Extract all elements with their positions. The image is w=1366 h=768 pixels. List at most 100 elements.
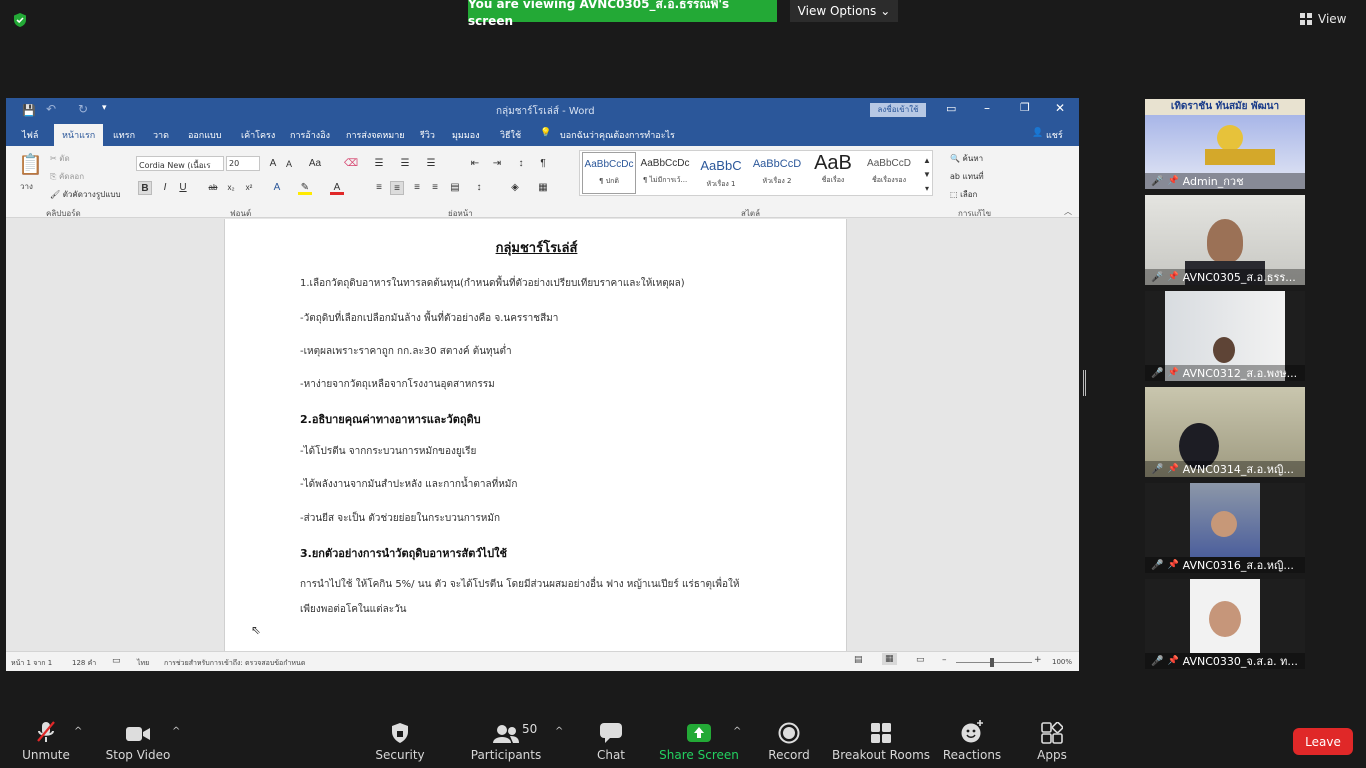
participants-options-caret-icon[interactable]: ^ [555, 726, 563, 737]
tab-design[interactable]: ออกแบบ [188, 128, 222, 142]
minimize-icon[interactable]: – [984, 101, 990, 115]
share-screen-button[interactable]: Share Screen [659, 710, 739, 768]
record-button[interactable]: Record [768, 710, 810, 768]
page-count[interactable]: หน้า 1 จาก 1 [11, 658, 52, 669]
ribbon-display-icon[interactable]: ▭ [946, 102, 956, 115]
multilevel-list-icon[interactable]: ☰ [424, 157, 438, 171]
cut-button[interactable]: ✂ ตัด [50, 152, 70, 165]
accessibility-status[interactable]: การช่วยสำหรับการเข้าถึง: ตรวจสอบข้อกำหนด [164, 658, 305, 669]
borders-icon[interactable]: ▦ [536, 181, 550, 195]
font-color-icon[interactable]: A [330, 181, 344, 195]
tab-home[interactable]: หน้าแรก [54, 124, 104, 146]
tab-layout[interactable]: เค้าโครง [241, 128, 275, 142]
shrink-font-icon[interactable]: A [282, 157, 296, 171]
breakout-rooms-button[interactable]: Breakout Rooms [832, 710, 930, 768]
view-button[interactable]: View [1300, 8, 1360, 30]
redo-icon[interactable]: ↻ [78, 102, 88, 116]
format-painter-button[interactable]: 🖌 ตัวคัดวางรูปแบบ [50, 188, 121, 201]
zoom-percent[interactable]: 100% [1052, 658, 1072, 666]
tab-mailings[interactable]: การส่งจดหมาย [346, 128, 405, 142]
find-button[interactable]: 🔍 ค้นหา [950, 152, 983, 165]
font-name-select[interactable]: Cordia New (เนื้อเร [136, 156, 224, 171]
style-normal[interactable]: AaBbCcDc ¶ ปกติ [582, 152, 636, 194]
italic-icon[interactable]: I [158, 181, 172, 195]
replace-button[interactable]: ab แทนที่ [950, 170, 984, 183]
align-center-icon[interactable]: ≡ [390, 181, 404, 195]
audio-options-caret-icon[interactable]: ^ [74, 726, 82, 737]
zoom-slider[interactable] [956, 662, 1032, 663]
styles-scroll-up-icon[interactable]: ▲ [920, 154, 934, 168]
close-icon[interactable]: ✕ [1055, 101, 1065, 115]
tab-file[interactable]: ไฟล์ [22, 128, 38, 142]
word-count[interactable]: 128 คำ [72, 658, 96, 669]
tab-insert[interactable]: แทรก [113, 128, 135, 142]
strikethrough-icon[interactable]: ab [206, 181, 220, 195]
align-left-icon[interactable]: ≡ [372, 181, 386, 195]
proofing-icon[interactable]: ▭ [112, 656, 121, 666]
change-case-icon[interactable]: Aa [308, 157, 322, 171]
style-heading-1[interactable]: AaBbC หัวเรื่อง 1 [694, 152, 748, 194]
participant-tile[interactable]: 🎤 📌 AVNC0305_ส.อ.ธรร... [1145, 195, 1305, 285]
styles-scroll-down-icon[interactable]: ▼ [920, 168, 934, 182]
web-layout-icon[interactable]: ▭ [916, 655, 925, 665]
language[interactable]: ไทย [137, 658, 149, 669]
style-heading-2[interactable]: AaBbCcD หัวเรื่อง 2 [750, 152, 804, 194]
undo-icon[interactable]: ↶ [46, 102, 56, 116]
read-mode-icon[interactable]: ▤ [854, 655, 863, 665]
pilcrow-icon[interactable]: ¶ [536, 157, 550, 171]
sort-icon[interactable]: ↕ [514, 157, 528, 171]
zoom-in-icon[interactable]: + [1034, 655, 1042, 665]
paste-icon[interactable]: 📋 [18, 152, 43, 176]
tab-review[interactable]: รีวิว [420, 128, 435, 142]
bullets-icon[interactable]: ☰ [372, 157, 386, 171]
apps-button[interactable]: Apps [1034, 710, 1070, 768]
customize-toolbar-icon[interactable]: ▾ [102, 103, 107, 113]
decrease-indent-icon[interactable]: ⇤ [468, 157, 482, 171]
align-right-icon[interactable]: ≡ [410, 181, 424, 195]
participants-button[interactable]: Participants [471, 710, 541, 768]
distributed-icon[interactable]: ▤ [448, 181, 462, 195]
bold-icon[interactable]: B [138, 181, 152, 195]
numbering-icon[interactable]: ☰ [398, 157, 412, 171]
tab-view[interactable]: มุมมอง [452, 128, 480, 142]
copy-button[interactable]: ⎘ คัดลอก [50, 170, 84, 183]
justify-icon[interactable]: ≡ [428, 181, 442, 195]
print-layout-icon[interactable]: ▦ [882, 653, 897, 665]
styles-more-icon[interactable]: ▾ [920, 182, 934, 196]
participant-tile[interactable]: 🎤 📌 AVNC0314_ส.อ.หญิ... [1145, 387, 1305, 477]
security-button[interactable]: Security [375, 710, 425, 768]
line-spacing-icon[interactable]: ↕ [472, 181, 486, 195]
shading-icon[interactable]: ◈ [508, 181, 522, 195]
style-no-spacing[interactable]: AaBbCcDc ¶ ไม่มีการเว้... [638, 152, 692, 194]
subscript-icon[interactable]: x₂ [224, 181, 238, 195]
maximize-icon[interactable]: ❐ [1020, 101, 1030, 114]
tell-me-search[interactable]: บอกฉันว่าคุณต้องการทำอะไร [560, 128, 675, 142]
security-shield-icon[interactable] [12, 12, 28, 28]
video-options-caret-icon[interactable]: ^ [172, 726, 180, 737]
increase-indent-icon[interactable]: ⇥ [490, 157, 504, 171]
grow-font-icon[interactable]: A [266, 157, 280, 171]
share-options-caret-icon[interactable]: ^ [733, 726, 741, 737]
participant-tile[interactable]: 🎤 📌 AVNC0312_ส.อ.พงษ... [1145, 291, 1305, 381]
collapse-ribbon-icon[interactable]: ︿ [1064, 206, 1072, 217]
style-subtitle[interactable]: AaBbCcD ชื่อเรื่องรอง [862, 152, 916, 194]
leave-button[interactable]: Leave [1293, 728, 1353, 755]
style-title[interactable]: AaB ชื่อเรื่อง [806, 152, 860, 194]
unmute-button[interactable]: Unmute [22, 710, 70, 768]
tab-draw[interactable]: วาด [153, 128, 169, 142]
participant-tile[interactable]: 🎤 📌 AVNC0330_จ.ส.อ. ท... [1145, 579, 1305, 669]
clear-format-icon[interactable]: ⌫ [344, 157, 358, 171]
signin-button[interactable]: ลงชื่อเข้าใช้ [870, 103, 926, 117]
zoom-out-icon[interactable]: – [942, 655, 947, 665]
participant-tile[interactable]: 🎤 📌 AVNC0316_ส.อ.หญิ... [1145, 483, 1305, 573]
zoom-slider-thumb[interactable] [990, 658, 994, 667]
superscript-icon[interactable]: x² [242, 181, 256, 195]
tab-help[interactable]: วิธีใช้ [500, 128, 521, 142]
participant-tile[interactable]: เทิดราชัน ทันสมัย พัฒนา 🎤 📌 Admin_กวช [1145, 99, 1305, 189]
text-effects-icon[interactable]: A [270, 181, 284, 195]
font-size-select[interactable]: 20 [226, 156, 260, 171]
panel-splitter[interactable] [1083, 370, 1086, 396]
underline-icon[interactable]: U [176, 181, 190, 195]
view-options-button[interactable]: View Options ⌄ [790, 0, 898, 22]
select-button[interactable]: ⬚ เลือก [950, 188, 977, 201]
